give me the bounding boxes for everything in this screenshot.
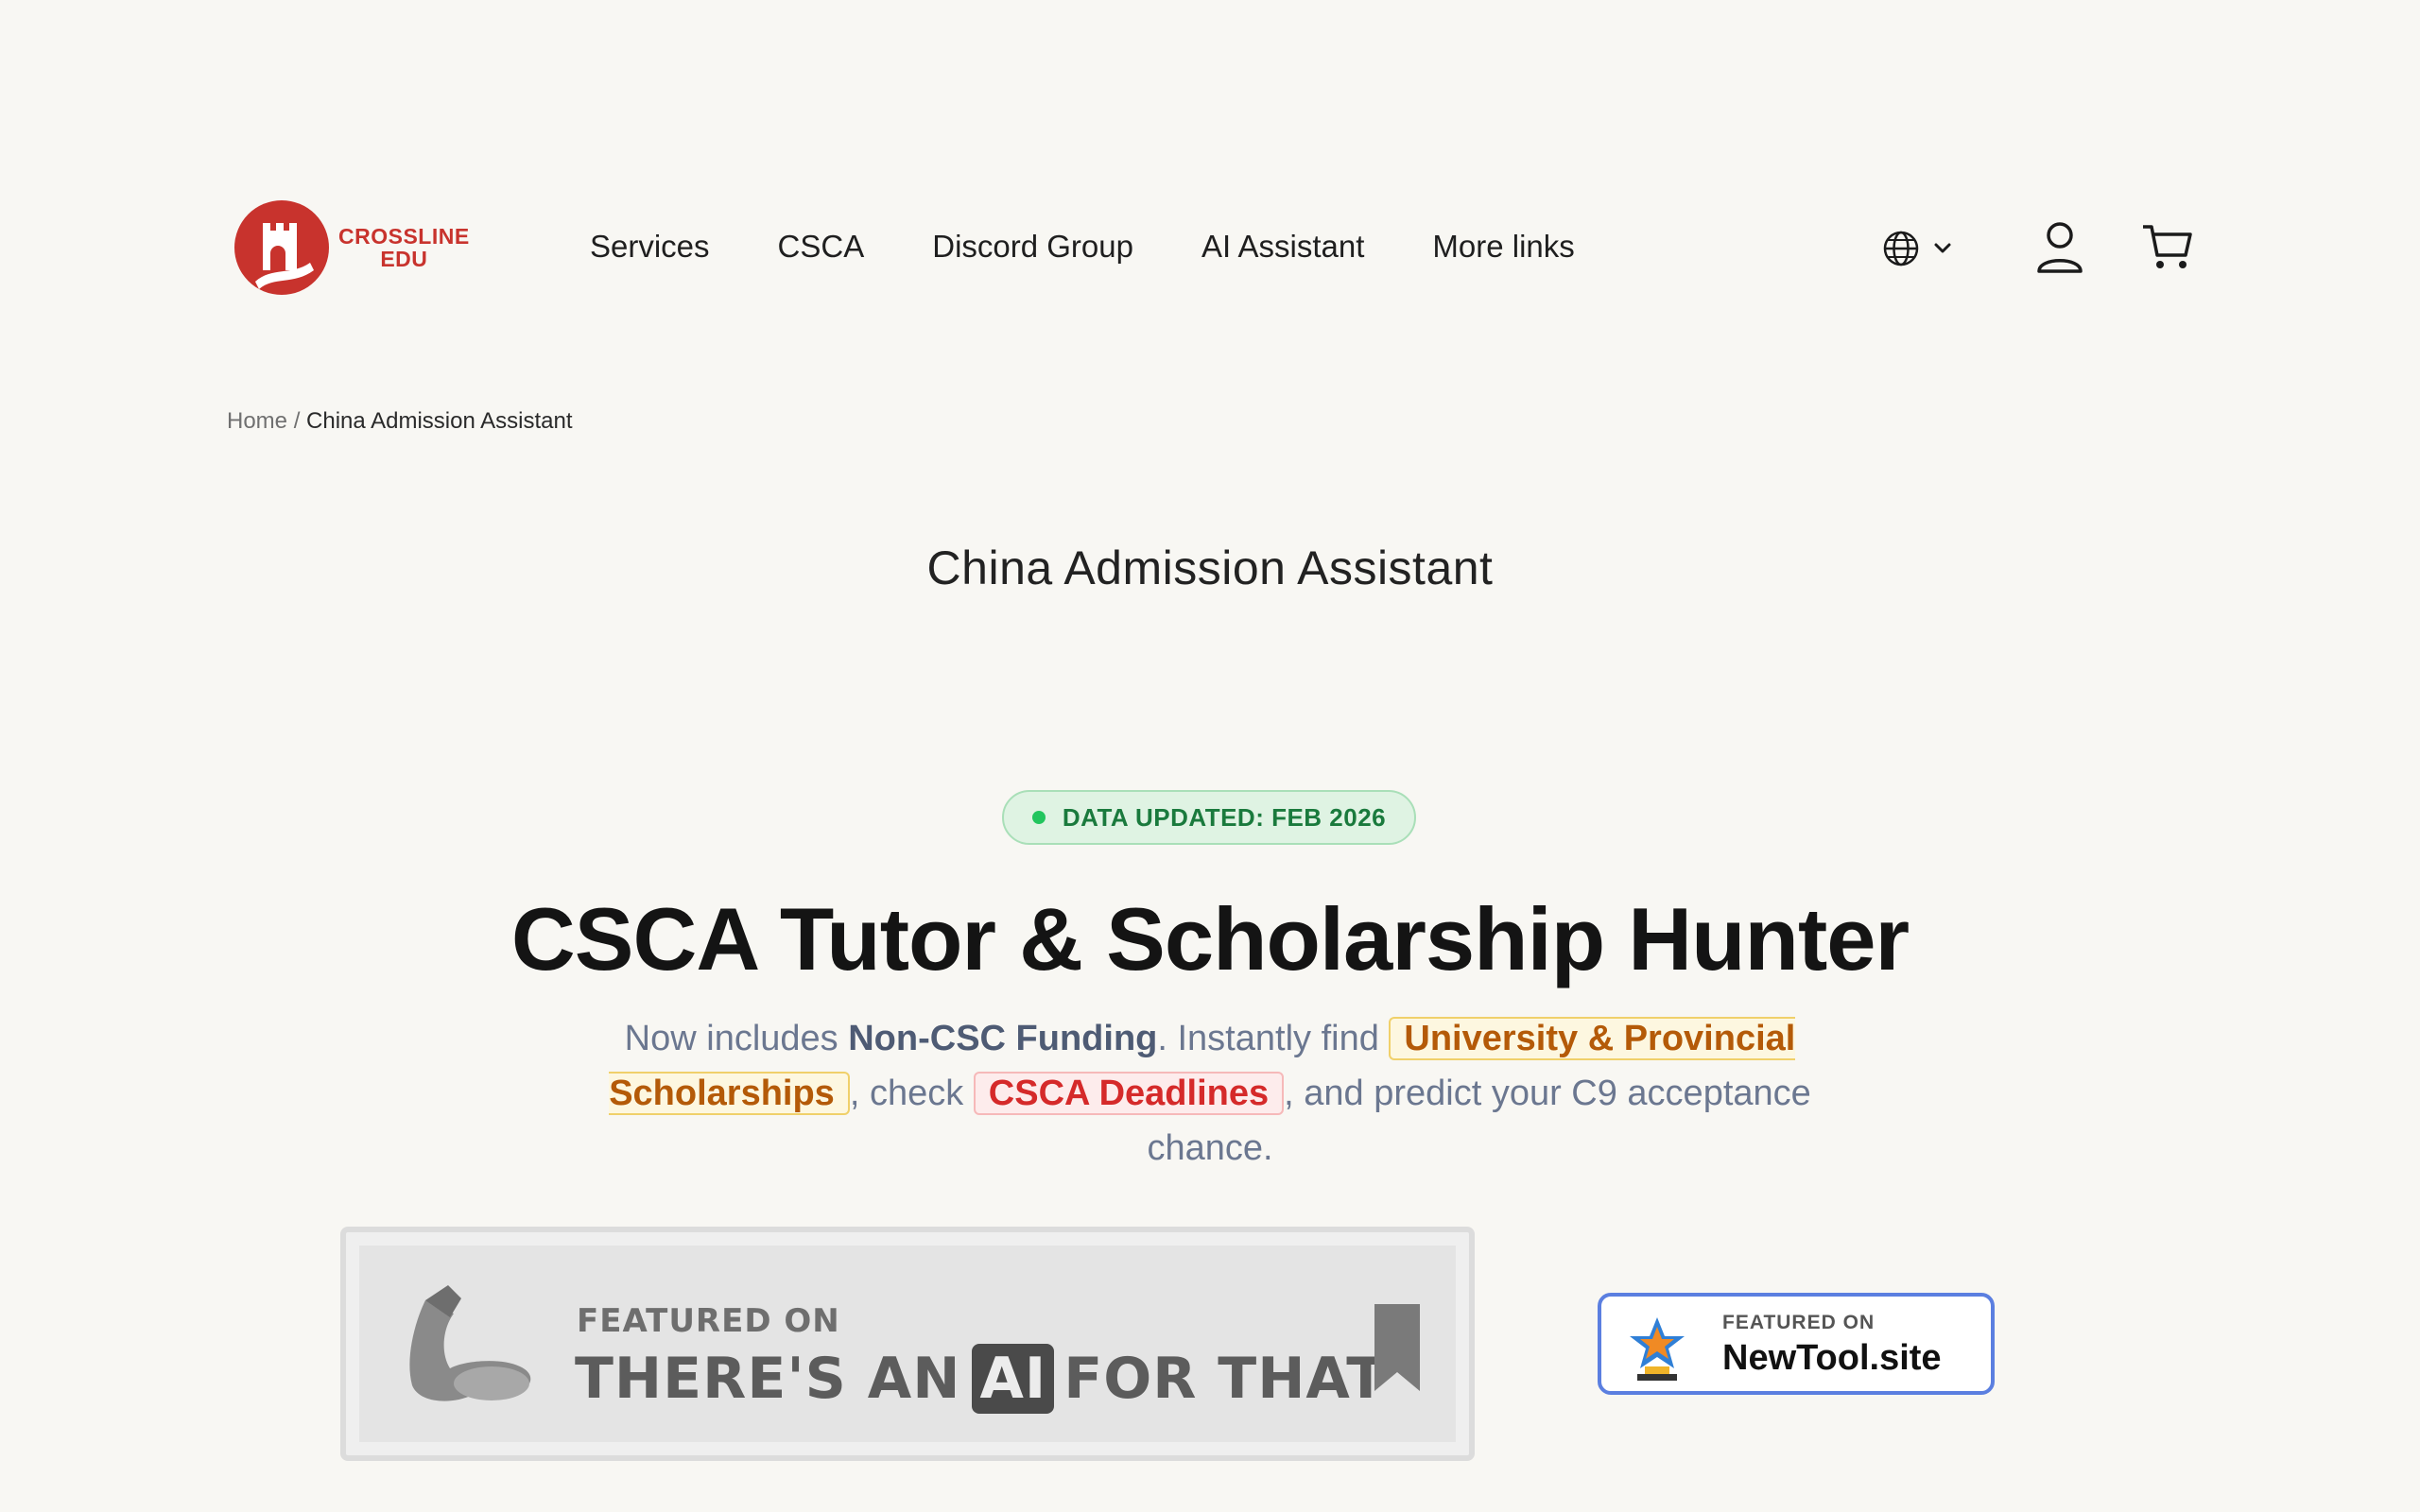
data-updated-badge: DATA UPDATED: FEB 2026 [1002,790,1416,845]
main-nav: Services CSCA Discord Group AI Assistant… [590,223,1575,270]
nav-more-links[interactable]: More links [1432,229,1574,265]
brand-line-1: CROSSLINE [338,224,470,249]
brand-logo[interactable]: CROSSLINE EDU [234,200,490,295]
aift-title-part-1: THERE'S AN [575,1346,961,1412]
hero-sub-text-3: , check [849,1074,974,1113]
site-header: CROSSLINE EDU Services CSCA Discord Grou… [0,0,2420,359]
breadcrumb: Home / China Admission Assistant [227,408,573,435]
user-icon [2037,222,2083,273]
breadcrumb-home-link[interactable]: Home [227,408,287,434]
hero-subtitle: Now includes Non-CSC Funding. Instantly … [596,1011,1824,1176]
hero-sub-text-2: . Instantly find [1157,1019,1390,1058]
aift-ai-box: AI [972,1344,1055,1414]
brand-name: CROSSLINE EDU [338,225,470,270]
cart-button[interactable] [2140,219,2193,279]
breadcrumb-current: China Admission Assistant [306,408,573,434]
aift-title: THERE'S AN AI FOR THAT [575,1344,1386,1414]
newtool-site-badge[interactable]: FEATURED ON NewTool.site [1598,1293,1995,1395]
aift-featured-on: FEATURED ON [577,1302,840,1340]
breadcrumb-separator: / [293,408,301,434]
brand-line-2: EDU [380,247,428,271]
arm-flex-icon [409,1285,531,1401]
trophy-star-icon [1630,1317,1685,1381]
language-selector[interactable] [1881,229,1957,268]
chevron-down-icon [1934,243,1951,253]
cart-icon [2143,225,2192,268]
nav-ai-assistant[interactable]: AI Assistant [1201,229,1364,265]
aift-title-part-2: FOR THAT [1063,1346,1387,1412]
newtool-featured-on: FEATURED ON [1722,1312,1876,1333]
hero-title: CSCA Tutor & Scholarship Hunter [510,889,1910,988]
highlight-csca-deadlines: CSCA Deadlines [973,1072,1285,1115]
aift-badge-inner: FEATURED ON THERE'S AN AI FOR THAT [359,1246,1456,1442]
globe-icon [1883,231,1919,266]
bookmark-icon [1374,1304,1420,1391]
hero-sub-text-1: Now includes [624,1019,849,1058]
castle-logo-icon [234,200,329,295]
nav-services[interactable]: Services [590,229,710,265]
hero-sub-strong: Non-CSC Funding [848,1019,1158,1058]
theres-an-ai-for-that-badge[interactable]: FEATURED ON THERE'S AN AI FOR THAT [340,1227,1475,1461]
status-dot-icon [1031,811,1046,824]
page-title: China Admission Assistant [926,541,1494,594]
account-button[interactable] [2034,219,2085,279]
nav-csca[interactable]: CSCA [778,229,865,265]
nav-discord-group[interactable]: Discord Group [932,229,1133,265]
data-updated-text: DATA UPDATED: FEB 2026 [1062,802,1387,832]
newtool-site-name: NewTool.site [1722,1338,1942,1378]
header-utilities [1881,219,2192,278]
